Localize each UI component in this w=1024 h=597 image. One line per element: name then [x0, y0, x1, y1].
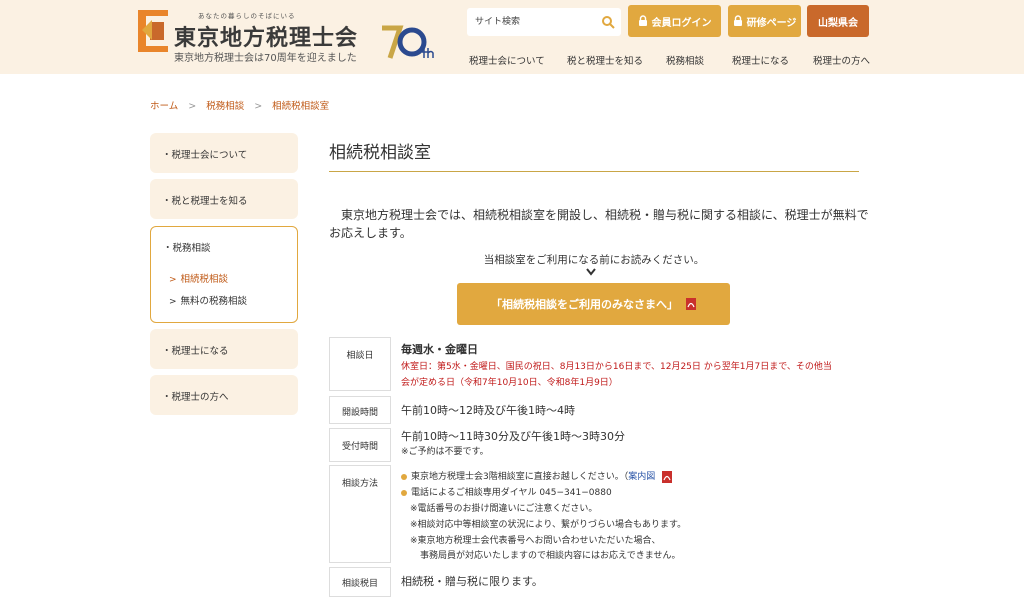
sidebar-subitem-label: 無料の税務相談	[180, 296, 248, 307]
row-label-reception: 受付時間	[329, 428, 391, 462]
tax-subject: 相続税・贈与税に限ります。	[401, 575, 543, 588]
sidebar-item-label: ・税と税理士を知る	[162, 196, 248, 207]
member-login-button[interactable]: 会員ログイン	[628, 5, 721, 37]
logo-tagline: あなたの暮らしのそばにいる	[198, 12, 296, 20]
map-link[interactable]: 案内図	[628, 472, 655, 482]
yamanashi-chapter-label: 山梨県会	[818, 17, 858, 29]
row-label-text: 相談税目	[341, 579, 378, 589]
busy-note: ※相談対応中等相談室の状況により、繋がりづらい場合もあります。	[410, 520, 687, 530]
row-label-subject: 相談税目	[329, 567, 391, 597]
chevron-right-icon: >	[254, 101, 263, 112]
nav-item-for-accountants[interactable]: 税理士の方へ	[813, 53, 870, 67]
yamanashi-chapter-button[interactable]: 山梨県会	[807, 5, 869, 37]
row-label-date: 相談日	[329, 337, 391, 391]
breadcrumb-tax-consultation[interactable]: 税務相談	[206, 101, 244, 112]
nav-item-tax-consultation[interactable]: 税務相談	[666, 53, 704, 67]
row-label-text: 受付時間	[341, 442, 378, 452]
row-label-method: 相談方法	[329, 465, 391, 563]
site-logo[interactable]: あなたの暮らしのそばにいる 東京地方税理士会 東京地方税理士会は70周年を迎えま…	[138, 8, 438, 68]
chevron-right-icon: >	[169, 275, 177, 285]
site-header: あなたの暮らしのそばにいる 東京地方税理士会 東京地方税理士会は70周年を迎えま…	[0, 0, 1024, 74]
nav-item-about[interactable]: 税理士会について	[469, 53, 545, 67]
method-phone: 電話によるご相談専用ダイヤル 045−341−0880	[401, 485, 612, 498]
row-label-text: 相談日	[346, 351, 374, 361]
title-divider	[329, 171, 859, 172]
guide-pdf-button[interactable]: 「相続税相談をご利用のみなさまへ」	[457, 283, 730, 325]
lock-icon	[638, 15, 647, 26]
row-label-text: 開設時間	[341, 408, 378, 418]
anniversary-70-icon	[382, 25, 434, 59]
guide-pdf-label: 「相続税相談をご利用のみなさまへ」	[491, 298, 678, 311]
breadcrumb-home[interactable]: ホーム	[150, 101, 178, 112]
sidebar-subitem-free-consultation[interactable]: > 無料の税務相談	[169, 293, 247, 307]
sidebar-subitem-label: 相続税相談	[180, 274, 229, 285]
opening-hours: 午前10時～12時及び午後1時～4時	[401, 404, 575, 417]
intro-paragraph: 東京地方税理士会では、相続税相談室を開設し、相続税・贈与税に関する相談に、税理士…	[329, 208, 869, 240]
logo-anniversary-text: 東京地方税理士会は70周年を迎えました	[174, 53, 357, 64]
no-reservation-note: ※ご予約は不要です。	[401, 447, 489, 457]
phone-warning: ※電話番号のお掛け間違いにご注意ください。	[410, 504, 598, 514]
pdf-icon[interactable]	[662, 470, 673, 483]
row-label-text: 相談方法	[341, 479, 378, 489]
site-search	[467, 8, 621, 36]
sidebar-item-label: ・税理士会について	[162, 150, 248, 161]
method-visit-text: 東京地方税理士会3階相談室に直接お越しください。（	[411, 472, 629, 482]
sidebar-item-about[interactable]: ・税理士会について	[150, 133, 298, 173]
chevron-down-icon	[586, 268, 596, 276]
nav-item-tax-knowledge[interactable]: 税と税理士を知る	[567, 53, 643, 67]
lock-icon	[733, 15, 742, 26]
method-visit: 東京地方税理士会3階相談室に直接お越しください。（案内図	[401, 469, 673, 483]
member-login-label: 会員ログイン	[651, 17, 712, 29]
sidebar-item-label: ・税務相談	[163, 243, 211, 254]
method-phone-text: 電話によるご相談専用ダイヤル 045−341−0880	[411, 488, 612, 498]
search-icon[interactable]	[601, 15, 615, 29]
row-label-hours: 開設時間	[329, 396, 391, 424]
sidebar-item-for-accountants[interactable]: ・税理士の方へ	[150, 375, 298, 415]
sidebar-item-label: ・税理士の方へ	[162, 392, 229, 403]
bullet-icon	[401, 473, 407, 480]
training-page-label: 研修ページ	[746, 17, 797, 29]
read-before-notice: 当相談室をご利用になる前にお読みください。	[483, 254, 705, 266]
bullet-icon	[401, 489, 407, 496]
main-number-note-2: 事務局員が対応いたしますので相談内容にはお応えできません。	[420, 551, 681, 561]
page-title: 相続税相談室	[329, 143, 431, 163]
reception-hours: 午前10時～11時30分及び午後1時～3時30分	[401, 430, 625, 443]
sidebar-subitem-inheritance[interactable]: > 相続税相談	[169, 271, 228, 285]
sidebar-item-label: ・税理士になる	[162, 346, 229, 357]
closed-days-line2: 会が定める日（令和7年10月10日、令和8年1月9日）	[401, 378, 618, 388]
sidebar-item-tax-consultation[interactable]: ・税務相談 > 相続税相談 > 無料の税務相談	[150, 226, 298, 323]
closed-days-line1: 休室日：第5水・金曜日、国民の祝日、8月13日から16日まで、12月25日 から…	[401, 362, 832, 372]
main-number-note: ※東京地方税理士会代表番号へお問い合わせいただいた場合、	[410, 536, 661, 546]
chevron-right-icon: >	[188, 101, 197, 112]
search-input[interactable]	[475, 13, 595, 31]
training-page-button[interactable]: 研修ページ	[728, 5, 801, 37]
logo-mark-icon	[138, 10, 168, 52]
breadcrumb-current: 相続税相談室	[272, 101, 330, 112]
pdf-icon	[686, 298, 696, 310]
breadcrumb: ホーム > 税務相談 > 相続税相談室	[150, 98, 329, 112]
consultation-days: 毎週水・金曜日	[401, 343, 478, 356]
sidebar-item-tax-knowledge[interactable]: ・税と税理士を知る	[150, 179, 298, 219]
nav-item-become-accountant[interactable]: 税理士になる	[732, 53, 789, 67]
chevron-right-icon: >	[169, 297, 177, 307]
sidebar-item-become-accountant[interactable]: ・税理士になる	[150, 329, 298, 369]
logo-org-name: 東京地方税理士会	[174, 25, 359, 51]
